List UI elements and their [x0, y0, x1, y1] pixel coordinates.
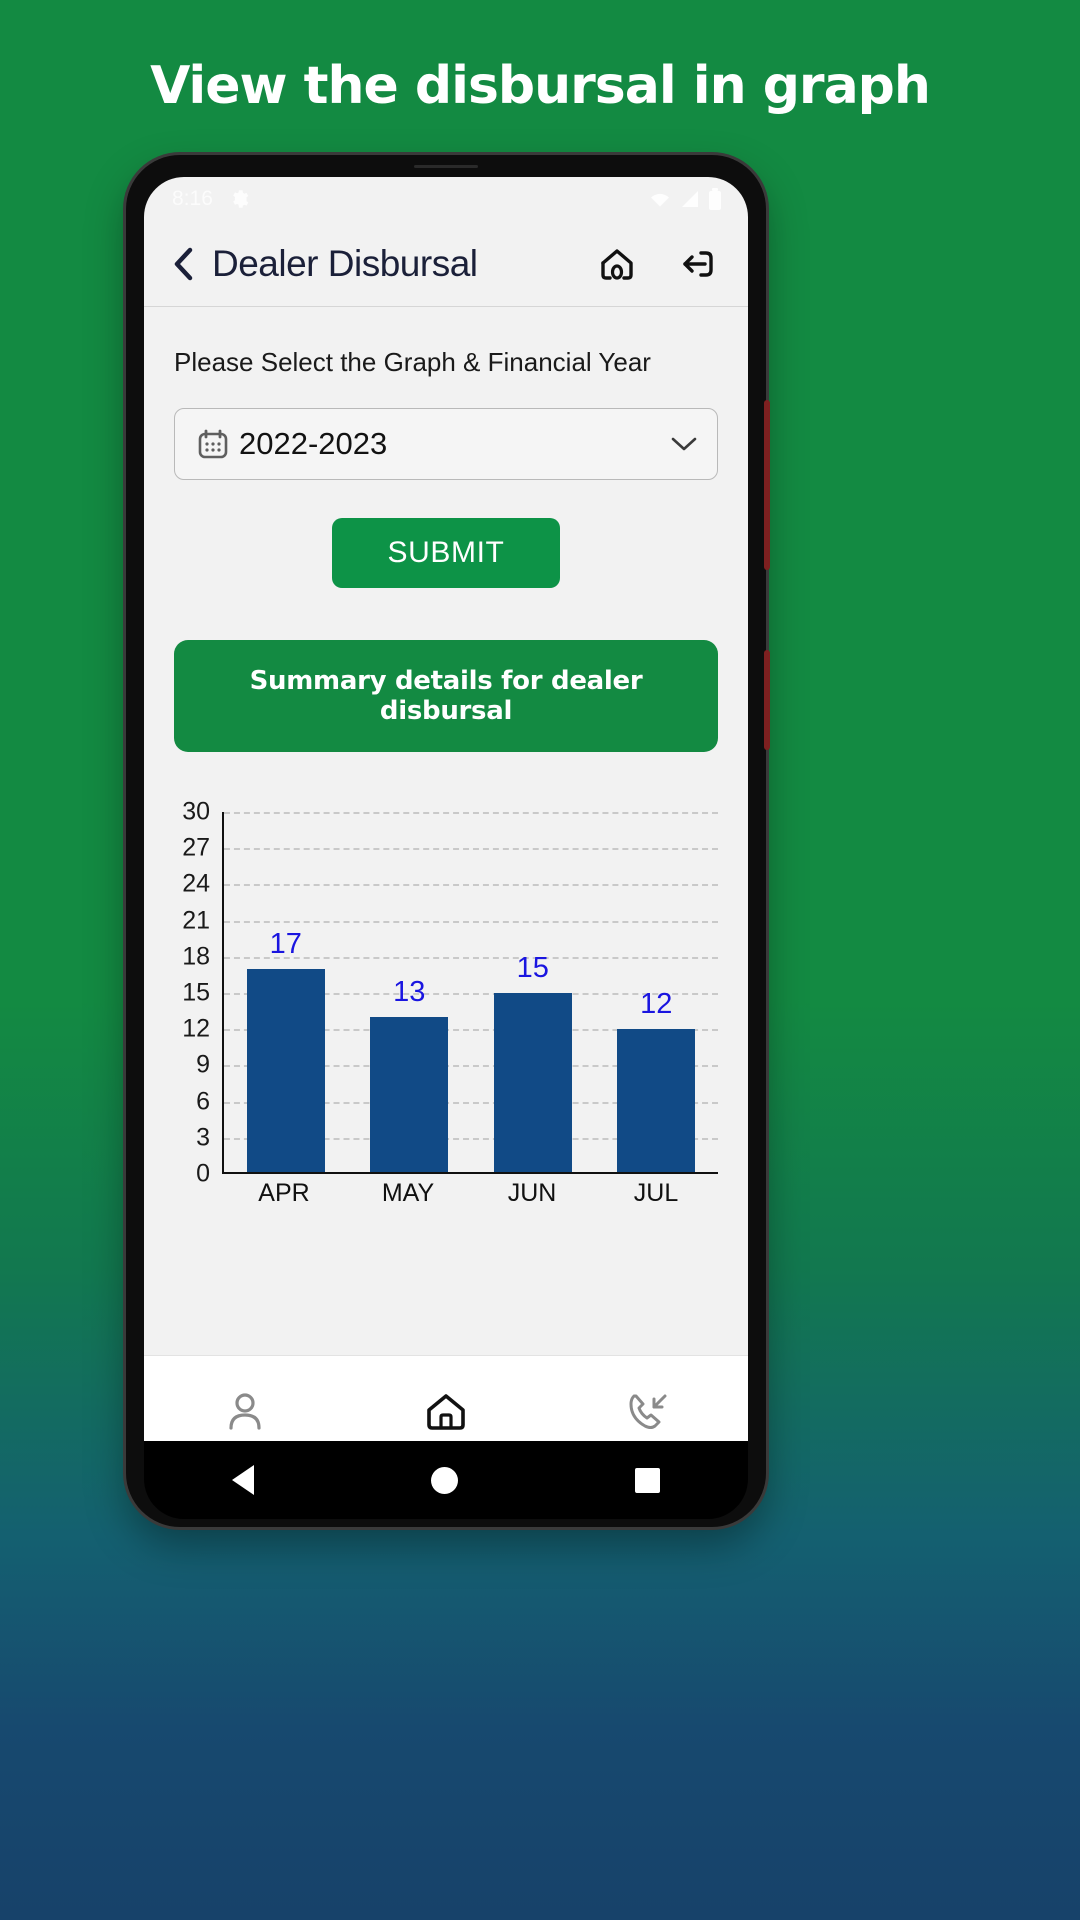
phone-screen: 8:16 Dealer Disbursal Please Select the … — [144, 177, 748, 1467]
y-axis-tick: 27 — [182, 833, 210, 862]
chart-bar[interactable] — [246, 968, 325, 1174]
y-axis-tick: 30 — [182, 797, 210, 826]
y-axis-tick: 21 — [182, 906, 210, 935]
chart-bars: 17 13 15 12 — [224, 812, 718, 1174]
nav-profile[interactable] — [144, 1388, 345, 1436]
x-axis-tick: JUN — [507, 1178, 557, 1207]
bar-value-label: 13 — [393, 976, 426, 1009]
page-title: Dealer Disbursal — [212, 242, 478, 284]
select-label: Please Select the Graph & Financial Year — [174, 347, 651, 377]
summary-row: Summary details for dealer disbursal — [174, 640, 718, 752]
bar-value-label: 15 — [516, 952, 549, 984]
chevron-down-icon — [669, 434, 699, 454]
android-recents-button[interactable] — [634, 1467, 660, 1493]
android-back-button[interactable] — [232, 1465, 255, 1495]
x-axis-labels: APR MAY JUN JUL — [222, 1174, 718, 1212]
status-right-icons — [648, 188, 722, 210]
chart-bar-column[interactable]: 12 — [597, 812, 716, 1174]
y-axis-tick: 9 — [196, 1050, 210, 1079]
chart-bar-column[interactable]: 17 — [226, 812, 345, 1174]
x-axis-tick: JUL — [633, 1178, 679, 1207]
submit-button[interactable]: SUBMIT — [331, 518, 561, 588]
status-bar: 8:16 — [144, 177, 748, 221]
x-axis-tick: MAY — [381, 1178, 435, 1207]
status-time: 8:16 — [172, 187, 213, 210]
android-home-button[interactable] — [430, 1466, 458, 1494]
y-axis-tick: 0 — [196, 1159, 210, 1188]
nav-home[interactable] — [345, 1386, 546, 1438]
nav-calls[interactable] — [547, 1386, 748, 1438]
chart-bar[interactable] — [493, 993, 572, 1174]
home-icon — [427, 1393, 465, 1430]
chart-bar[interactable] — [617, 1029, 696, 1174]
phone-power-button — [764, 650, 770, 750]
phone-volume-button — [764, 400, 770, 570]
home-icon — [601, 248, 633, 280]
summary-banner[interactable]: Summary details for dealer disbursal — [174, 640, 718, 752]
signal-icon — [682, 191, 698, 207]
back-button[interactable] — [166, 247, 200, 281]
android-navigation-bar — [144, 1441, 748, 1519]
y-axis-labels: 0 3 6 9 12 15 18 21 24 27 30 — [158, 798, 210, 1188]
y-axis-tick: 18 — [182, 942, 210, 971]
financial-year-value: 2022-2023 — [239, 426, 388, 461]
financial-year-select[interactable]: 2022-2023 — [174, 408, 718, 480]
x-axis-tick: APR — [258, 1178, 310, 1207]
y-axis-tick: 15 — [182, 978, 210, 1007]
calendar-icon — [195, 426, 231, 462]
home-button[interactable] — [594, 241, 640, 287]
call-received-icon — [629, 1394, 667, 1429]
chart-bar[interactable] — [370, 1017, 449, 1174]
y-axis-tick: 12 — [182, 1014, 210, 1043]
logout-icon — [683, 250, 713, 277]
gear-icon — [227, 188, 249, 210]
bar-value-label: 17 — [269, 927, 302, 960]
chart-bar-column[interactable]: 13 — [350, 812, 469, 1174]
y-axis-tick: 3 — [196, 1123, 210, 1152]
chart-plot-area: 17 13 15 12 — [221, 812, 718, 1174]
bar-value-label: 12 — [640, 988, 673, 1021]
disbursal-bar-chart: 0 3 6 9 12 15 18 21 24 27 30 17 13 15 12 APR MAY JUN JUL — [144, 798, 748, 1212]
battery-icon — [709, 188, 721, 210]
chart-bar-column[interactable]: 15 — [473, 812, 592, 1174]
form-section: Please Select the Graph & Financial Year… — [144, 307, 748, 752]
y-axis-tick: 6 — [196, 1087, 210, 1116]
phone-mockup: 8:16 Dealer Disbursal Please Select the … — [126, 155, 770, 1527]
chevron-left-icon — [174, 247, 193, 280]
logout-button[interactable] — [674, 241, 720, 287]
wifi-icon — [651, 193, 669, 207]
app-bar: Dealer Disbursal — [144, 221, 748, 307]
person-icon — [229, 1392, 261, 1430]
submit-row: SUBMIT — [174, 518, 718, 588]
y-axis-tick: 24 — [182, 869, 210, 898]
page-headline: View the disbursal in graph — [150, 56, 931, 116]
